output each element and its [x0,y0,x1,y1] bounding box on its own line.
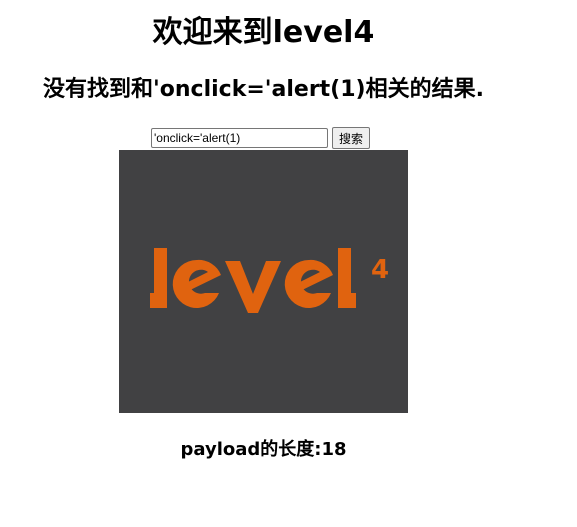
level-logo-image: 4 [119,150,408,413]
logo-superscript: 4 [371,255,389,285]
search-result-message: 没有找到和'onclick='alert(1)相关的结果. [43,77,484,102]
page-title: 欢迎来到level4 [152,15,375,50]
page: 欢迎来到level4 没有找到和'onclick='alert(1)相关的结果.… [0,0,577,527]
search-input[interactable] [151,128,328,148]
search-form: 搜索 [151,126,371,150]
search-button[interactable]: 搜索 [332,127,371,149]
payload-length-text: payload的长度:18 [180,439,347,460]
level-logo-icon: 4 [150,248,389,313]
